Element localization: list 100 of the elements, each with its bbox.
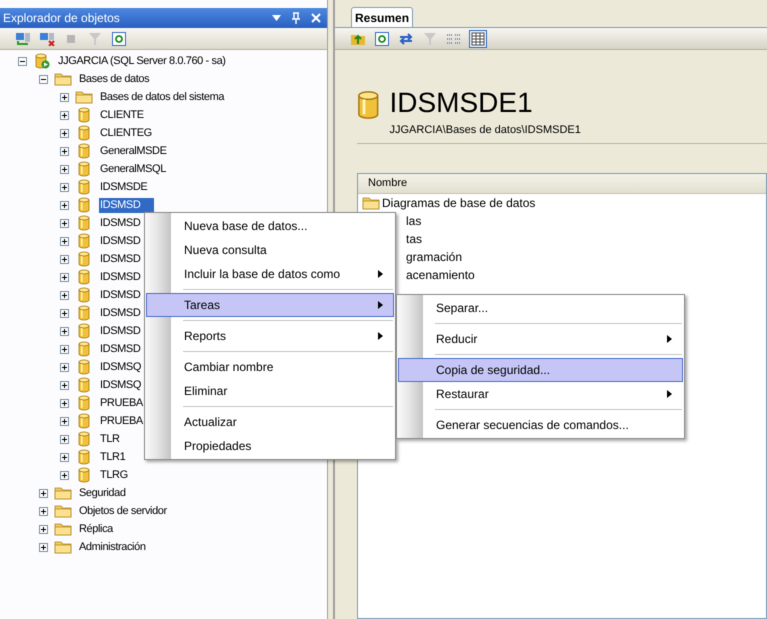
- expand-icon[interactable]: [60, 218, 69, 228]
- menu-item[interactable]: Nueva consulta: [146, 238, 394, 262]
- refresh-icon[interactable]: [110, 30, 128, 48]
- dropdown-arrow-icon[interactable]: [272, 15, 281, 21]
- tree-item[interactable]: GeneralMSQL: [99, 162, 167, 176]
- tree-item[interactable]: IDSMSD: [99, 198, 154, 212]
- pin-icon[interactable]: [291, 12, 301, 24]
- folder-icon: [54, 522, 72, 536]
- expand-icon[interactable]: [60, 452, 69, 462]
- expand-icon[interactable]: [60, 110, 69, 120]
- expand-icon[interactable]: [39, 506, 48, 516]
- database-icon: [357, 90, 380, 120]
- tree-item[interactable]: Réplica: [78, 522, 114, 536]
- tree-item[interactable]: CLIENTE: [99, 108, 145, 122]
- tree-item[interactable]: TLR: [99, 432, 121, 446]
- tree-item[interactable]: Bases de datos del sistema: [99, 90, 226, 104]
- collapse-icon[interactable]: [18, 56, 27, 66]
- tree-item[interactable]: IDSMSD: [99, 234, 142, 248]
- tree-item[interactable]: PRUEBA: [99, 414, 144, 428]
- tree-item[interactable]: IDSMSDE: [99, 180, 148, 194]
- expand-icon[interactable]: [60, 92, 69, 102]
- folder-icon: [54, 540, 72, 554]
- refresh-icon[interactable]: [373, 30, 391, 48]
- tree-item[interactable]: Bases de datos: [78, 72, 150, 86]
- tree-item[interactable]: TLRG: [99, 468, 129, 482]
- expand-icon[interactable]: [60, 416, 69, 426]
- tab[interactable]: Resumen: [351, 7, 414, 27]
- menu-item[interactable]: Reducir: [398, 327, 683, 351]
- menu-item[interactable]: Tareas: [146, 293, 394, 317]
- list-item[interactable]: las: [406, 212, 422, 230]
- tree-item[interactable]: GeneralMSDE: [99, 144, 168, 158]
- tree-item[interactable]: IDSMSD: [99, 270, 142, 284]
- tree-item[interactable]: IDSMSD: [99, 252, 142, 266]
- close-icon[interactable]: [311, 13, 321, 23]
- tree-item[interactable]: IDSMSD: [99, 306, 142, 320]
- panel-title: Explorador de objetos: [3, 10, 121, 27]
- menu-item[interactable]: Incluir la base de datos como: [146, 262, 394, 286]
- expand-icon[interactable]: [60, 200, 69, 210]
- list-item[interactable]: tas: [406, 230, 422, 248]
- expand-icon[interactable]: [60, 470, 69, 480]
- submenu-arrow-icon: [378, 332, 383, 340]
- tree-item[interactable]: TLR1: [99, 450, 126, 464]
- menu-item[interactable]: Copia de seguridad...: [398, 358, 683, 382]
- menu-item[interactable]: Generar secuencias de comandos...: [398, 413, 683, 437]
- database-icon: [78, 341, 90, 357]
- expand-icon[interactable]: [60, 182, 69, 192]
- tree-item[interactable]: IDSMSD: [99, 324, 142, 338]
- submenu-arrow-icon: [378, 301, 383, 309]
- expand-icon[interactable]: [39, 542, 48, 552]
- expand-icon[interactable]: [60, 146, 69, 156]
- tree-item[interactable]: CLIENTEG: [99, 126, 153, 140]
- menu-item[interactable]: Eliminar: [146, 379, 394, 403]
- tree-item[interactable]: Seguridad: [78, 486, 127, 500]
- tree-item[interactable]: IDSMSD: [99, 288, 142, 302]
- menu-item[interactable]: Propiedades: [146, 434, 394, 458]
- menu-item[interactable]: Nueva base de datos...: [146, 214, 394, 238]
- details-view-icon[interactable]: [469, 30, 487, 48]
- tree-item[interactable]: IDSMSD: [99, 216, 142, 230]
- expand-icon[interactable]: [60, 308, 69, 318]
- expand-icon[interactable]: [39, 488, 48, 498]
- menu-item[interactable]: Restaurar: [398, 382, 683, 406]
- database-icon: [78, 197, 90, 213]
- menu-item[interactable]: Separar...: [398, 296, 683, 320]
- collapse-icon[interactable]: [39, 74, 48, 84]
- expand-icon[interactable]: [60, 362, 69, 372]
- expand-icon[interactable]: [60, 164, 69, 174]
- database-icon: [78, 413, 90, 429]
- expand-icon[interactable]: [60, 380, 69, 390]
- expand-icon[interactable]: [60, 128, 69, 138]
- list-item[interactable]: gramación: [406, 248, 462, 266]
- expand-icon[interactable]: [60, 344, 69, 354]
- expand-icon[interactable]: [60, 236, 69, 246]
- database-icon: [78, 107, 90, 123]
- expand-icon[interactable]: [60, 326, 69, 336]
- menu-item[interactable]: Reports: [146, 324, 394, 348]
- expand-icon[interactable]: [60, 272, 69, 282]
- tree-item[interactable]: Administración: [78, 540, 147, 554]
- tree-item[interactable]: IDSMSQ: [99, 378, 142, 392]
- menu-item[interactable]: Actualizar: [146, 410, 394, 434]
- expand-icon[interactable]: [60, 434, 69, 444]
- expand-icon[interactable]: [60, 398, 69, 408]
- database-icon: [78, 467, 90, 483]
- menu-item[interactable]: Cambiar nombre: [146, 355, 394, 379]
- tree-item[interactable]: IDSMSD: [99, 342, 142, 356]
- tree-item[interactable]: Objetos de servidor: [78, 504, 168, 518]
- expand-icon[interactable]: [60, 254, 69, 264]
- expand-icon[interactable]: [60, 290, 69, 300]
- list-item[interactable]: acenamiento: [406, 266, 475, 284]
- database-icon: [78, 179, 90, 195]
- database-icon: [78, 161, 90, 177]
- database-icon: [78, 395, 90, 411]
- expand-icon[interactable]: [39, 524, 48, 534]
- column-header[interactable]: Nombre: [358, 174, 766, 194]
- database-icon: [78, 143, 90, 159]
- tree-item[interactable]: IDSMSQ: [99, 360, 142, 374]
- database-icon: [78, 359, 90, 375]
- tree-item[interactable]: PRUEBA: [99, 396, 144, 410]
- list-item[interactable]: Diagramas de base de datos: [382, 194, 536, 212]
- database-icon: [78, 215, 90, 231]
- tree-item[interactable]: JJGARCIA (SQL Server 8.0.760 - sa): [57, 54, 227, 68]
